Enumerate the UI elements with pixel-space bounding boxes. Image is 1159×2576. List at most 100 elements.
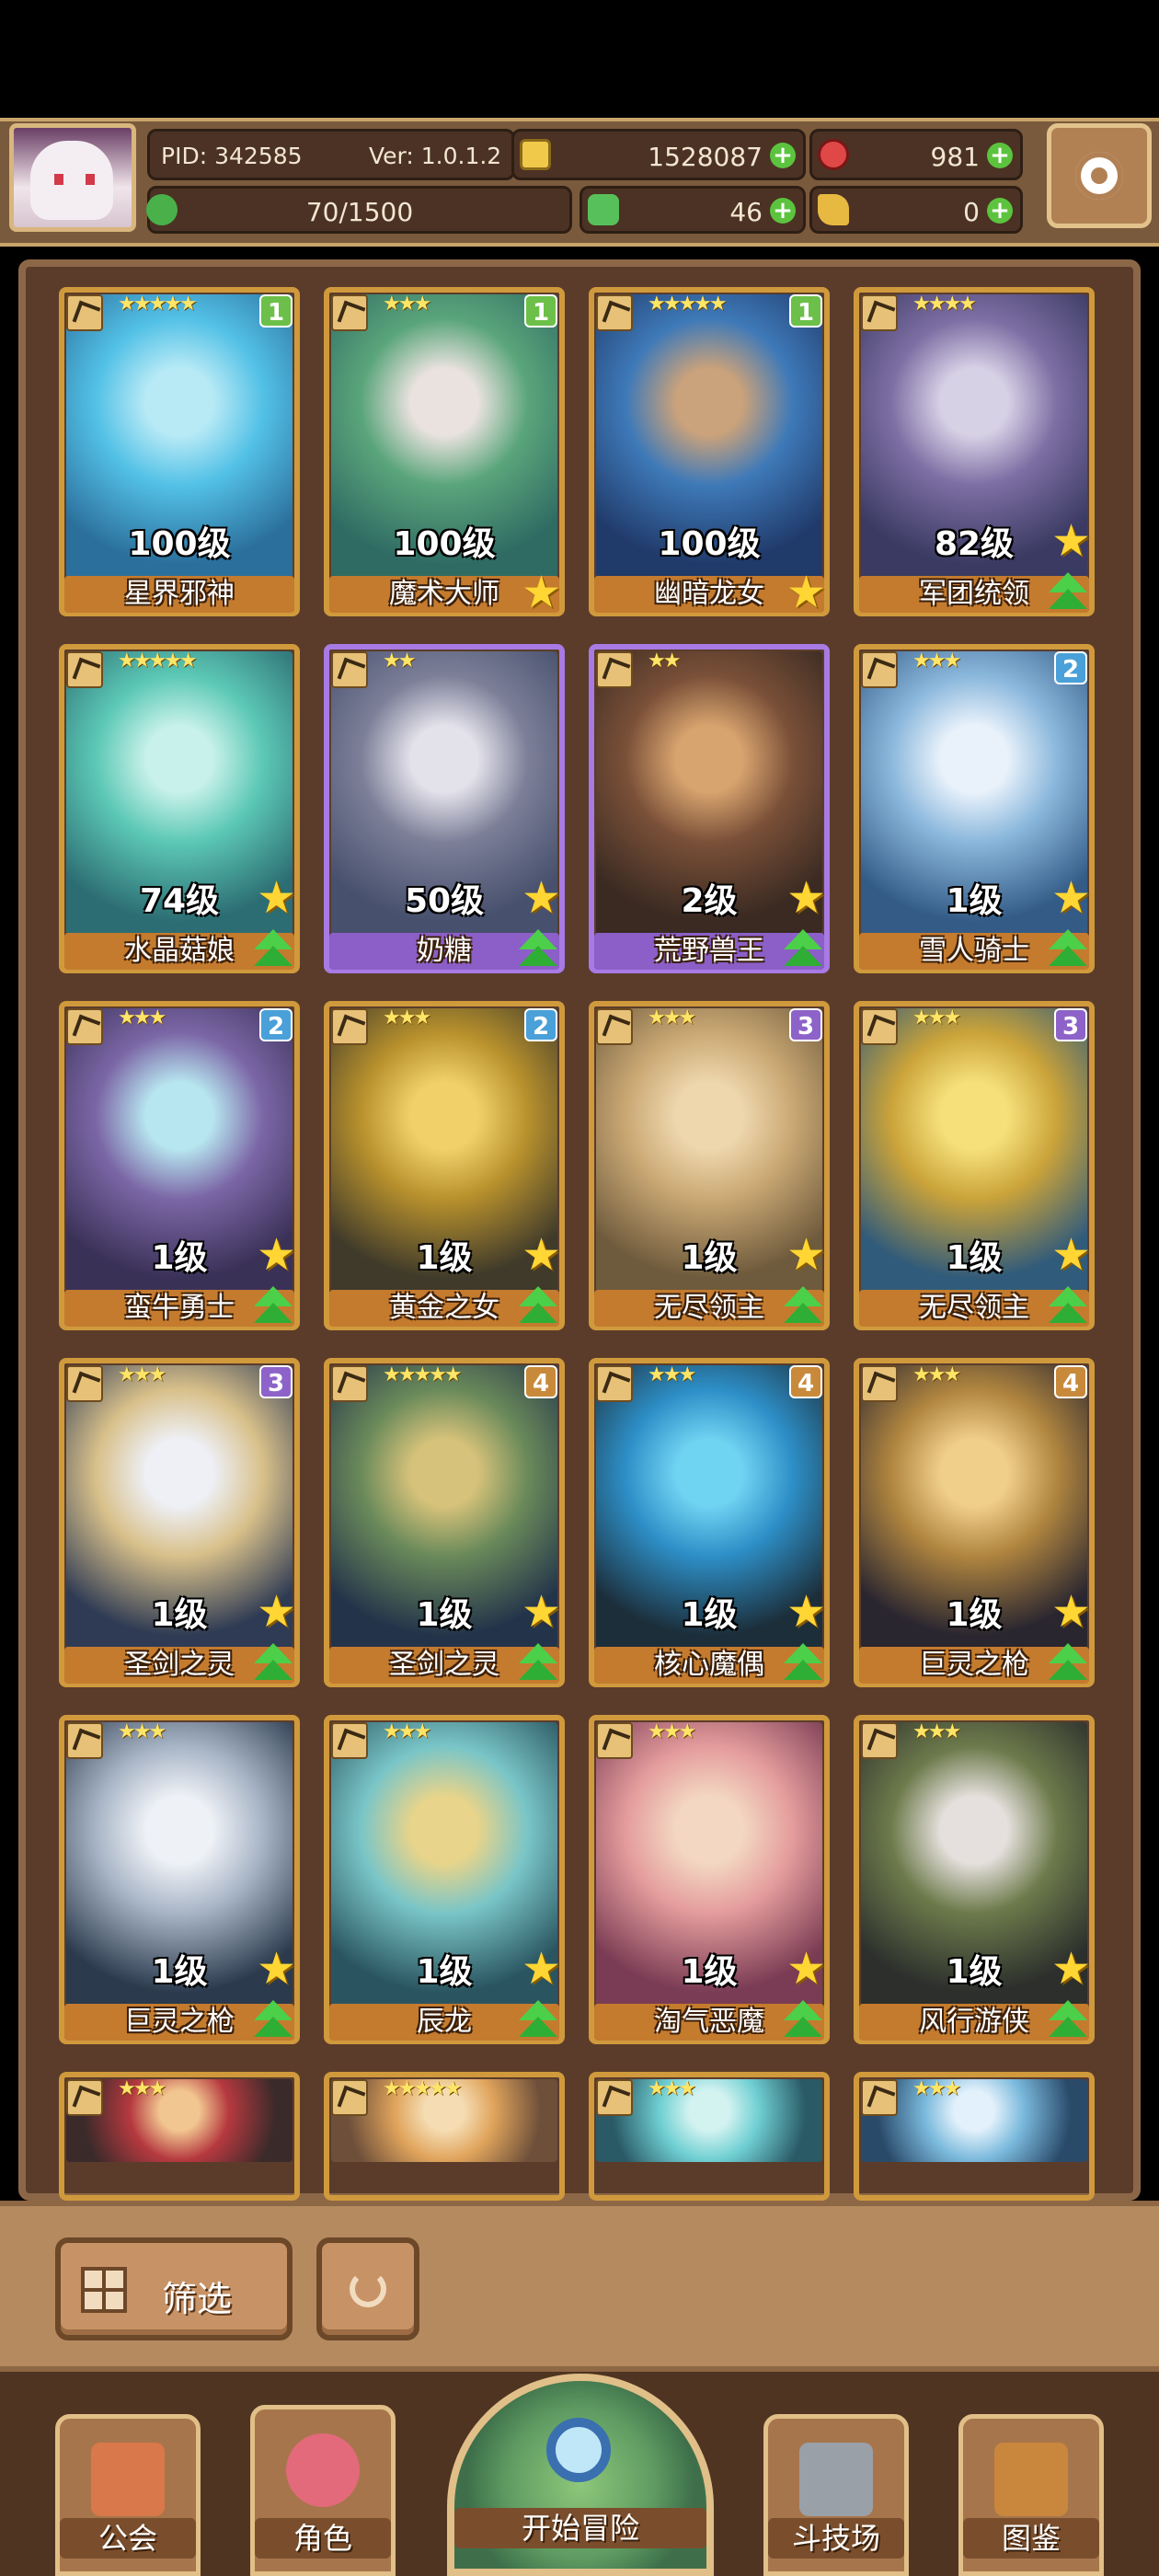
star-up-icon[interactable]: ★ (1051, 876, 1091, 920)
gem-value: 981 (930, 142, 980, 172)
star-up-icon[interactable]: ★ (257, 876, 296, 920)
level-up-icon[interactable] (515, 1643, 561, 1685)
level-up-icon[interactable] (780, 929, 826, 972)
character-icon (286, 2433, 360, 2507)
character-card[interactable]: ★★ 50级 奶糖 ★ (324, 644, 565, 973)
card-frame (59, 287, 300, 616)
player-avatar[interactable] (9, 123, 136, 232)
avatar-eye-right (86, 174, 95, 185)
weapon-type-icon (861, 2079, 898, 2116)
star-up-icon[interactable]: ★ (257, 1233, 296, 1277)
rarity-stars: ★★★ (118, 2077, 166, 2100)
card-frame (59, 1715, 300, 2044)
key-icon (818, 194, 849, 225)
card-frame (589, 1358, 830, 1687)
star-up-icon[interactable]: ★ (1051, 519, 1091, 563)
character-card[interactable]: ★★★★★ 1 100级 幽暗龙女 ★ (589, 287, 830, 616)
character-card[interactable]: ★★★ 2 1级 蛮牛勇士 ★ (59, 1001, 300, 1330)
character-card[interactable]: ★★★ 1 100级 魔术大师 ★ (324, 287, 565, 616)
level-up-icon[interactable] (1045, 572, 1091, 615)
star-up-icon[interactable]: ★ (1051, 1947, 1091, 1991)
nav-button-arena[interactable]: 斗技场 (763, 2414, 909, 2576)
star-up-icon[interactable]: ★ (786, 1233, 826, 1277)
level-up-icon[interactable] (1045, 1643, 1091, 1685)
level-up-icon[interactable] (1045, 1286, 1091, 1328)
card-frame (854, 287, 1095, 616)
character-card[interactable]: ★★★ (854, 2072, 1095, 2201)
nav-button-codex[interactable]: 图鉴 (958, 2414, 1104, 2576)
level-up-icon[interactable] (515, 929, 561, 972)
level-up-icon[interactable] (515, 2000, 561, 2042)
add-key-button[interactable]: + (987, 198, 1013, 224)
level-up-icon[interactable] (250, 1286, 296, 1328)
add-clover-button[interactable]: + (770, 198, 796, 224)
filter-button[interactable]: 筛选 (55, 2237, 293, 2340)
settings-button[interactable] (1047, 123, 1152, 228)
map-icon (546, 2418, 611, 2482)
rarity-stars: ★★★ (912, 1720, 961, 1743)
card-frame (59, 1358, 300, 1687)
nav-button-guild[interactable]: 公会 (55, 2414, 201, 2576)
star-up-icon[interactable]: ★ (522, 1233, 561, 1277)
level-up-icon[interactable] (780, 2000, 826, 2042)
star-up-icon[interactable]: ★ (1051, 1233, 1091, 1277)
star-up-icon[interactable]: ★ (257, 1590, 296, 1634)
character-card[interactable]: ★★★ 2 1级 雪人骑士 ★ (854, 644, 1095, 973)
level-up-icon[interactable] (780, 1286, 826, 1328)
level-up-icon[interactable] (1045, 2000, 1091, 2042)
character-card[interactable]: ★★★★★ 1 100级 星界邪神 (59, 287, 300, 616)
character-card[interactable]: ★★★★★ 74级 水晶菇娘 ★ (59, 644, 300, 973)
character-card[interactable]: ★★★ 1级 风行游侠 ★ (854, 1715, 1095, 2044)
rarity-stars: ★★★ (648, 2077, 696, 2100)
version-text: Ver: 1.0.1.2 (369, 143, 502, 169)
rarity-stars: ★★★ (648, 1720, 696, 1743)
card-frame (324, 1715, 565, 2044)
weapon-type-icon (331, 1365, 368, 1402)
weapon-type-icon (861, 1365, 898, 1402)
clover-icon (588, 194, 619, 225)
character-card[interactable]: ★★★ 3 1级 无尽领主 ★ (589, 1001, 830, 1330)
tier-badge: 2 (524, 1008, 557, 1041)
nav-label: 公会 (60, 2518, 196, 2559)
star-up-icon[interactable]: ★ (522, 1590, 561, 1634)
star-up-icon[interactable]: ★ (786, 570, 826, 615)
star-up-icon[interactable]: ★ (786, 1590, 826, 1634)
refresh-button[interactable] (316, 2237, 419, 2340)
add-gold-button[interactable]: + (770, 143, 796, 168)
weapon-type-icon (596, 2079, 633, 2116)
character-card[interactable]: ★★★ 4 1级 巨灵之枪 ★ (854, 1358, 1095, 1687)
character-card[interactable]: ★★★ 4 1级 核心魔偶 ★ (589, 1358, 830, 1687)
character-card[interactable]: ★★★★ 82级 军团统领 ★ (854, 287, 1095, 616)
add-gems-button[interactable]: + (987, 143, 1013, 168)
character-card[interactable]: ★★★ (589, 2072, 830, 2201)
level-up-icon[interactable] (1045, 929, 1091, 972)
level-up-icon[interactable] (780, 1643, 826, 1685)
level-up-icon[interactable] (250, 929, 296, 972)
character-card[interactable]: ★★★ 2 1级 黄金之女 ★ (324, 1001, 565, 1330)
weapon-type-icon (861, 294, 898, 331)
star-up-icon[interactable]: ★ (522, 1947, 561, 1991)
level-up-icon[interactable] (250, 2000, 296, 2042)
tier-badge: 3 (789, 1008, 822, 1041)
tier-badge: 2 (1054, 651, 1087, 684)
character-card[interactable]: ★★★ 1级 淘气恶魔 ★ (589, 1715, 830, 2044)
character-card[interactable]: ★★★★★ (324, 2072, 565, 2201)
weapon-type-icon (66, 294, 103, 331)
star-up-icon[interactable]: ★ (522, 876, 561, 920)
character-card[interactable]: ★★★ 3 1级 圣剑之灵 ★ (59, 1358, 300, 1687)
star-up-icon[interactable]: ★ (522, 570, 561, 615)
star-up-icon[interactable]: ★ (786, 876, 826, 920)
star-up-icon[interactable]: ★ (1051, 1590, 1091, 1634)
star-up-icon[interactable]: ★ (257, 1947, 296, 1991)
grid-icon (81, 2267, 127, 2313)
character-card[interactable]: ★★★ 1级 巨灵之枪 ★ (59, 1715, 300, 2044)
character-card[interactable]: ★★★ 3 1级 无尽领主 ★ (854, 1001, 1095, 1330)
character-card[interactable]: ★★ 2级 荒野兽王 ★ (589, 644, 830, 973)
level-up-icon[interactable] (250, 1643, 296, 1685)
nav-button-character[interactable]: 角色 (250, 2405, 396, 2576)
character-card[interactable]: ★★★ (59, 2072, 300, 2201)
character-card[interactable]: ★★★★★ 4 1级 圣剑之灵 ★ (324, 1358, 565, 1687)
level-up-icon[interactable] (515, 1286, 561, 1328)
star-up-icon[interactable]: ★ (786, 1947, 826, 1991)
character-card[interactable]: ★★★ 1级 辰龙 ★ (324, 1715, 565, 2044)
